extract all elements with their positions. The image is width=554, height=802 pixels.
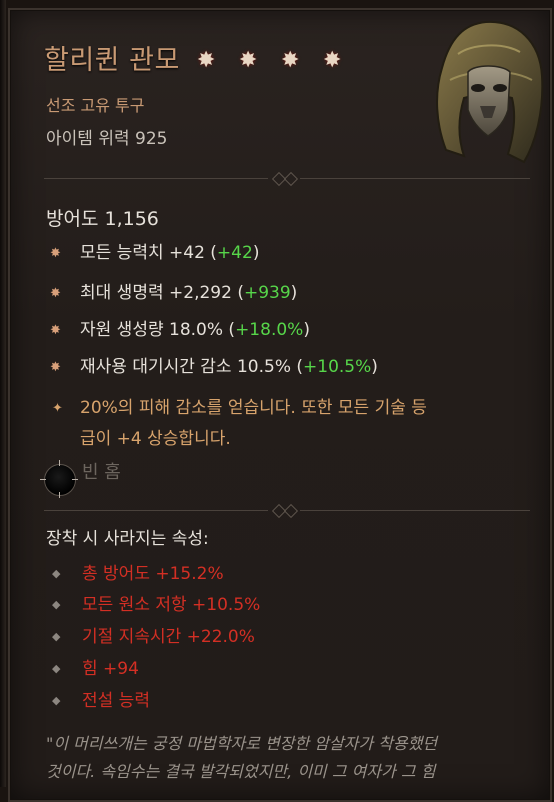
lost-property: ◆ 전설 능력: [52, 686, 150, 711]
stat-text: 최대 생명력 +2,292 (: [80, 283, 244, 303]
stat-text: 재사용 대기시간 감소 10.5% (: [80, 357, 304, 377]
lost-property-text: 총 방어도 +15.2%: [82, 564, 224, 584]
divider: [44, 171, 530, 187]
stat-close: ): [371, 357, 378, 377]
lost-property: ◆ 총 방어도 +15.2%: [52, 559, 224, 584]
item-name: 할리퀸 관모 ✸ ✸ ✸ ✸: [44, 38, 356, 77]
divider: [44, 503, 530, 519]
armor-value: 방어도 1,156: [46, 208, 159, 230]
stat-text: 자원 생성량 18.0% (: [80, 320, 236, 340]
bullet-icon: ✸: [50, 360, 61, 375]
lost-property: ◆ 모든 원소 저항 +10.5%: [52, 590, 260, 615]
lost-property: ◆ 힘 +94: [52, 654, 139, 679]
lost-property: ◆ 기절 지속시간 +22.0%: [52, 622, 255, 647]
stat-close: ): [252, 243, 260, 263]
diamond-bullet-icon: ◆: [52, 598, 61, 611]
star-icon: ✸: [238, 48, 258, 73]
diamond-bullet-icon: ◆: [52, 694, 61, 707]
lost-property-text: 힘 +94: [82, 659, 139, 679]
lost-property-text: 기절 지속시간 +22.0%: [82, 627, 255, 647]
bullet-icon: ✸: [50, 323, 61, 338]
diamond-bullet-icon: ◆: [52, 567, 61, 580]
stat-bonus: +42: [216, 243, 253, 263]
lost-property-text: 전설 능력: [82, 691, 150, 711]
star-icon: ✸: [322, 48, 342, 73]
bullet-icon: ✸: [50, 246, 61, 261]
stat-line: ✸ 모든 능력치 +42 (+42): [50, 238, 259, 263]
item-power: 아이템 위력 925: [46, 129, 168, 149]
item-type: 선조 고유 투구: [46, 96, 145, 115]
legendary-aspect-line1: ✦ 20%의 피해 감소를 얻습니다. 또한 모든 기술 등: [52, 393, 427, 418]
lost-property-text: 모든 원소 저항 +10.5%: [82, 595, 261, 615]
star-icon: ✸: [196, 48, 216, 73]
socket-icon: [44, 464, 76, 496]
stat-text: 모든 능력치 +42 (: [80, 243, 217, 263]
lost-properties-header: 장착 시 사라지는 속성:: [46, 529, 209, 549]
stat-bonus: +939: [243, 283, 291, 303]
item-name-text: 할리퀸 관모: [44, 45, 180, 76]
stat-bonus: +10.5%: [303, 357, 372, 377]
legendary-aspect-line2: 급이 +4 상승합니다.: [80, 424, 231, 449]
bullet-icon: ✸: [50, 286, 61, 301]
flavor-text-line2: 것이다. 속임수는 결국 발각되었지만, 이미 그 여자가 그 힘: [46, 762, 436, 781]
legendary-text: 20%의 피해 감소를 얻습니다. 또한 모든 기술 등: [80, 398, 427, 418]
helm-icon: [436, 20, 544, 164]
legendary-text: 급이 +4 상승합니다.: [80, 429, 231, 449]
diamond-bullet-icon: ◆: [52, 630, 61, 643]
stat-line: ✸ 최대 생명력 +2,292 (+939): [50, 278, 297, 303]
stat-line: ✸ 자원 생성량 18.0% (+18.0%): [50, 315, 310, 340]
flavor-text-line1: "이 머리쓰개는 궁정 마법학자로 변장한 암살자가 착용했던: [46, 734, 438, 753]
star-icon: ✸: [280, 48, 300, 73]
socket-label: 빈 홈: [82, 462, 121, 483]
item-stars: ✸ ✸ ✸ ✸: [197, 43, 356, 74]
legendary-bullet-icon: ✦: [52, 401, 63, 416]
diamond-bullet-icon: ◆: [52, 662, 61, 675]
stat-line: ✸ 재사용 대기시간 감소 10.5% (+10.5%): [50, 352, 378, 377]
left-border-trim: [0, 0, 6, 787]
stat-close: ): [290, 283, 298, 303]
stat-close: ): [303, 320, 310, 340]
stat-bonus: +18.0%: [235, 320, 304, 340]
